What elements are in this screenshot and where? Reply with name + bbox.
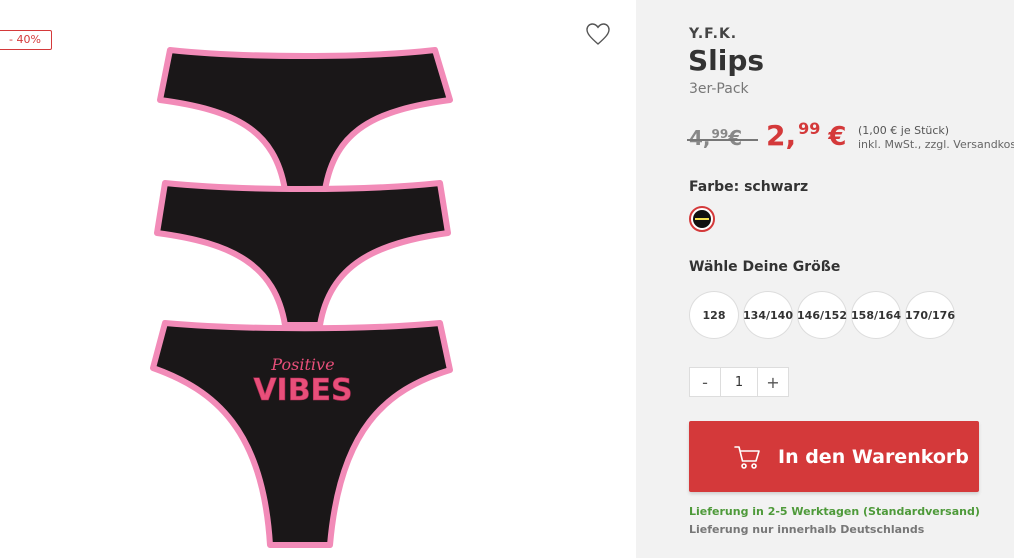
product-title: Slips — [688, 44, 765, 77]
add-to-cart-button[interactable]: In den Warenkorb — [689, 421, 979, 492]
size-option-146-152[interactable]: 146/152 — [797, 291, 847, 339]
size-option-158-164[interactable]: 158/164 — [851, 291, 901, 339]
product-info-panel: Y.F.K. Slips 3er-Pack 4,99€ 2, 99 € (1,00 … — [636, 0, 1014, 558]
size-option-170-176[interactable]: 170/176 — [905, 291, 955, 339]
delivery-time: Lieferung in 2-5 Werktagen (Standardvers… — [689, 505, 980, 518]
color-label: Farbe: schwarz — [689, 179, 809, 195]
sale-price-cents: 99 — [798, 119, 821, 138]
old-price: 4,99€ — [687, 126, 759, 150]
brand-name[interactable]: Y.F.K. — [689, 26, 737, 42]
sale-price: 2, 99 € — [766, 119, 846, 152]
old-price-currency: € — [728, 126, 743, 150]
sale-price-main: 2, — [766, 119, 797, 152]
quantity-stepper: - + — [689, 367, 789, 397]
quantity-decrease-button[interactable]: - — [690, 368, 720, 396]
product-image[interactable]: Positive VIBES — [145, 40, 465, 555]
brief-top — [157, 47, 453, 193]
print-vibes: VIBES — [253, 373, 352, 408]
print-positive: Positive — [270, 355, 334, 374]
size-label: Wähle Deine Größe — [689, 259, 841, 275]
wishlist-button[interactable] — [584, 20, 612, 48]
quantity-increase-button[interactable]: + — [758, 368, 788, 396]
product-image-panel: - 40% Positive VIBES — [0, 0, 636, 558]
discount-badge: - 40% — [0, 30, 52, 50]
strikethrough-line — [687, 139, 759, 141]
tax-shipping-note[interactable]: inkl. MwSt., zzgl. Versandkosten — [858, 138, 1014, 151]
size-option-128[interactable]: 128 — [689, 291, 739, 339]
brief-bottom: Positive VIBES — [150, 320, 453, 548]
size-option-134-140[interactable]: 134/140 — [743, 291, 793, 339]
size-options: 128 134/140 146/152 158/164 170/176 — [689, 291, 955, 339]
product-subtitle: 3er-Pack — [689, 81, 749, 97]
old-price-main: 4, — [689, 126, 711, 150]
color-swatch-black[interactable] — [689, 206, 715, 232]
shopping-cart-icon — [734, 445, 760, 469]
delivery-region-note: Lieferung nur innerhalb Deutschlands — [689, 523, 925, 536]
swatch-fill — [693, 210, 711, 228]
brief-middle — [154, 180, 451, 328]
quantity-input[interactable] — [720, 368, 758, 396]
sale-price-currency: € — [828, 122, 847, 152]
unit-price: (1,00 € je Stück) — [858, 124, 950, 137]
add-to-cart-label: In den Warenkorb — [778, 445, 969, 468]
heart-icon — [586, 23, 610, 45]
